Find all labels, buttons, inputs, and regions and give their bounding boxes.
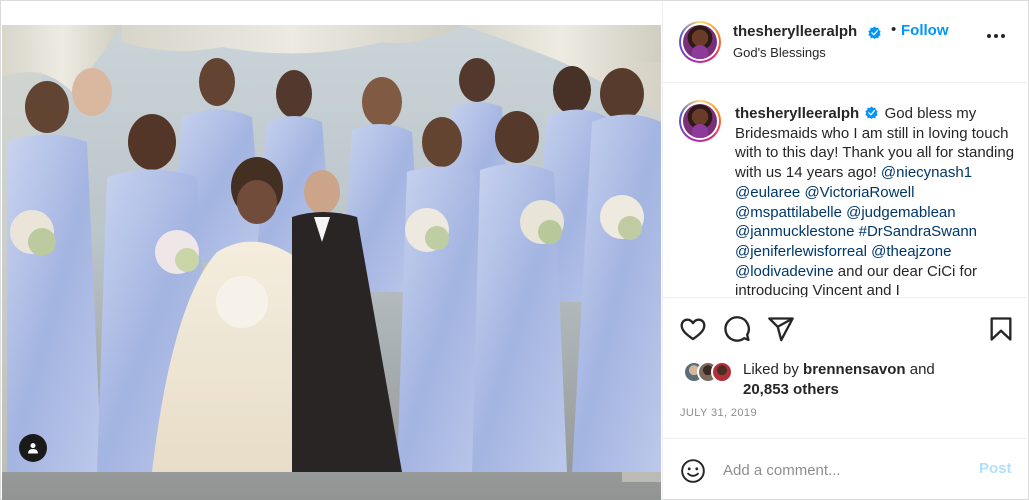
verified-badge-icon xyxy=(865,106,879,119)
caption-mention[interactable]: @mspattilabelle xyxy=(735,204,842,221)
post-actions xyxy=(663,310,1029,346)
likes-prefix: Liked by xyxy=(743,361,799,378)
liker-avatar xyxy=(711,361,733,383)
caption-mention[interactable]: @lodivadevine xyxy=(735,263,834,280)
avatar-image xyxy=(683,25,717,59)
emoji-icon[interactable] xyxy=(680,458,706,484)
header-separator: • xyxy=(891,21,897,38)
caption-username[interactable]: thesherylleeralph xyxy=(735,105,859,122)
caption-mention[interactable]: @niecynash1 xyxy=(881,164,972,181)
avatar-inner xyxy=(681,23,719,61)
more-options-icon[interactable] xyxy=(987,30,1011,42)
comment-bar: Post xyxy=(663,438,1029,500)
user-tag-icon[interactable] xyxy=(19,434,47,462)
likes-summary: Liked by brennensavon and 20,853 others xyxy=(679,357,1019,401)
author-avatar[interactable] xyxy=(679,21,721,63)
more-dot xyxy=(1001,34,1005,38)
post-comment-button[interactable]: Post xyxy=(979,460,1012,477)
post-side-panel: thesherylleeralph • Follow God's Blessin… xyxy=(662,1,1029,500)
follow-button[interactable]: Follow xyxy=(901,22,949,39)
caption-mention[interactable]: @theajzone xyxy=(871,243,951,260)
more-dot xyxy=(987,34,991,38)
likes-conj: and xyxy=(909,361,935,378)
caption-mention[interactable]: @eularee xyxy=(735,184,800,201)
comment-input[interactable] xyxy=(723,459,963,481)
verified-badge-icon xyxy=(868,26,881,39)
likes-text: Liked by brennensavon and 20,853 others xyxy=(743,360,935,400)
caption-mention[interactable]: @jeniferlewisforreal xyxy=(735,243,867,260)
caption-author-avatar[interactable] xyxy=(679,100,721,142)
heart-icon[interactable] xyxy=(679,315,707,343)
comment-icon[interactable] xyxy=(723,315,751,343)
caption-hashtag[interactable]: #DrSandraSwann xyxy=(859,223,977,240)
more-dot xyxy=(994,34,998,38)
liker-avatars[interactable] xyxy=(683,361,741,385)
wedding-photo-illustration xyxy=(2,2,661,500)
caption-mention[interactable]: @janmucklestone xyxy=(735,223,854,240)
avatar-inner xyxy=(681,102,719,140)
caption-text: thesherylleeralph God bless my Bridesmai… xyxy=(735,104,1019,297)
liker-username[interactable]: brennensavon xyxy=(803,361,906,378)
likes-count[interactable]: 20,853 others xyxy=(743,381,839,398)
post-frame: thesherylleeralph • Follow God's Blessin… xyxy=(0,0,1029,500)
post-location[interactable]: God's Blessings xyxy=(733,45,826,60)
post-caption: thesherylleeralph God bless my Bridesmai… xyxy=(663,84,1029,298)
caption-mention[interactable]: @VictoriaRowell xyxy=(804,184,914,201)
post-header: thesherylleeralph • Follow God's Blessin… xyxy=(663,1,1029,83)
share-icon[interactable] xyxy=(767,315,795,343)
bookmark-icon[interactable] xyxy=(987,315,1015,343)
post-date[interactable]: JULY 31, 2019 xyxy=(680,407,757,419)
user-tag-glyph xyxy=(28,443,38,454)
caption-mention[interactable]: @judgemablean xyxy=(846,204,955,221)
avatar-image xyxy=(683,104,717,138)
author-username[interactable]: thesherylleeralph xyxy=(733,23,857,40)
post-photo[interactable] xyxy=(2,2,661,500)
